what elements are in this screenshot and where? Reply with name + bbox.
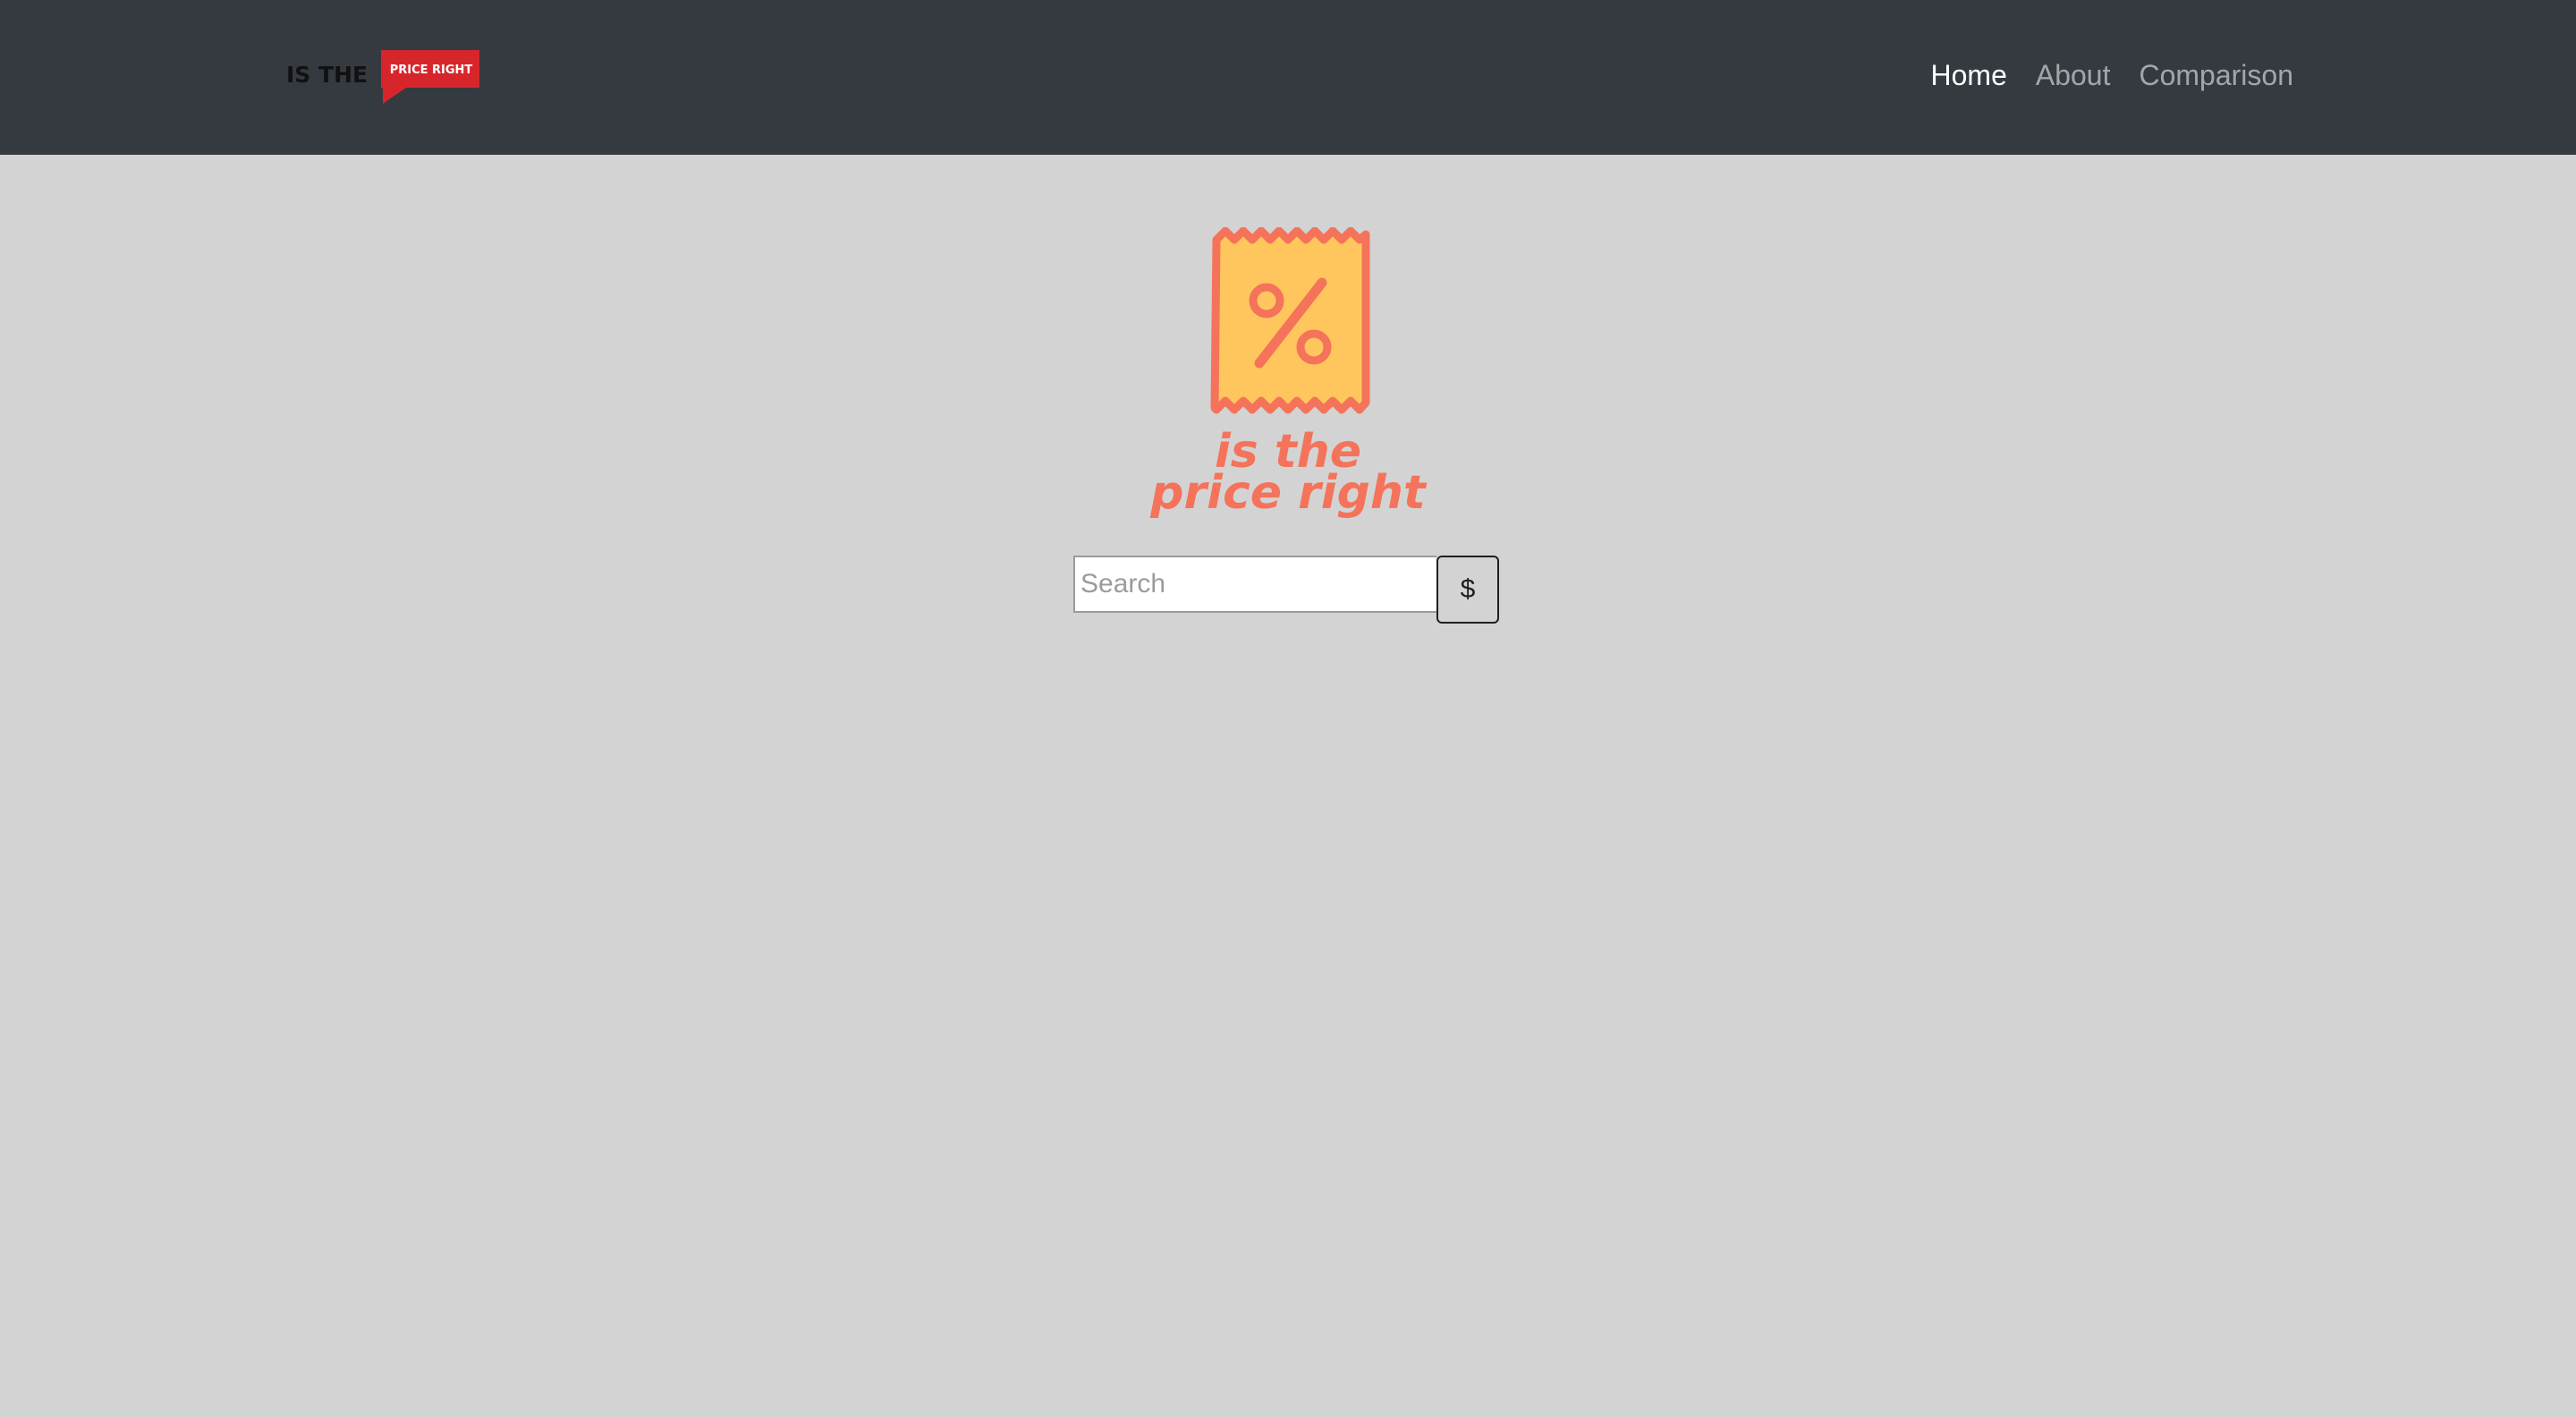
hero-logo-line2: price right	[1149, 466, 1428, 520]
nav-link-about[interactable]: About	[2036, 55, 2111, 95]
search-form: $	[1073, 556, 1499, 624]
search-price-button[interactable]: $	[1436, 556, 1499, 624]
nav-links: Home About Comparison	[1931, 55, 2294, 95]
brand-tag-shape	[381, 50, 479, 104]
top-navbar: IS THE IS THE PRICE RIGHT Home About Com…	[0, 0, 2576, 155]
search-input[interactable]	[1073, 556, 1436, 613]
hero-logo: is the price right	[1149, 227, 1428, 520]
nav-link-home[interactable]: Home	[1931, 55, 2007, 95]
brand-text-dark: IS THE	[286, 62, 368, 88]
brand-logo[interactable]: IS THE IS THE PRICE RIGHT	[284, 47, 481, 106]
nav-link-comparison[interactable]: Comparison	[2139, 55, 2293, 95]
brand-text-tag: PRICE RIGHT	[390, 64, 473, 77]
